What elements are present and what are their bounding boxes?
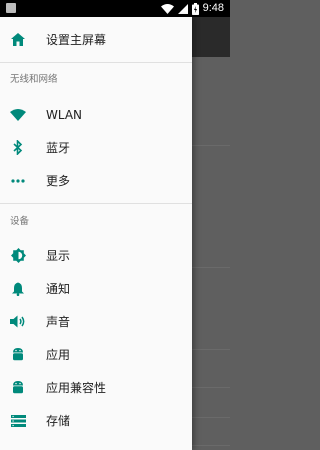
status-bar: 9:48 (0, 0, 230, 17)
home-icon (10, 32, 26, 48)
navigation-drawer: 设置主屏幕 无线和网络 WLAN 蓝牙 更多 设备 显示 通知 声音 应用 应用… (0, 17, 192, 450)
divider (0, 203, 192, 204)
drawer-item-label: 应用兼容性 (46, 380, 107, 395)
drawer-item-label: 设置主屏幕 (46, 32, 107, 47)
wifi-icon (160, 3, 174, 14)
android-icon (10, 380, 26, 396)
brightness-icon (10, 248, 26, 264)
drawer-item-apps[interactable]: 应用 (0, 338, 192, 371)
drawer-item-storage[interactable]: 存储 (0, 404, 192, 437)
drawer-item-label: WLAN (46, 107, 83, 122)
background-divider (192, 387, 230, 388)
drawer-item-app-compatibility[interactable]: 应用兼容性 (0, 371, 192, 404)
more-icon (10, 173, 26, 189)
bluetooth-icon (10, 140, 26, 156)
cellular-icon (177, 3, 188, 14)
android-icon (10, 347, 26, 363)
background-divider (192, 417, 230, 418)
status-time: 9:48 (202, 2, 224, 14)
volume-icon (10, 314, 26, 330)
drawer-item-label: 通知 (46, 281, 71, 296)
section-header-wireless: 无线和网络 (10, 74, 58, 85)
divider (0, 62, 192, 63)
drawer-item-home[interactable]: 设置主屏幕 (0, 23, 192, 56)
drawer-item-sound[interactable]: 声音 (0, 305, 192, 338)
drawer-item-wlan[interactable]: WLAN (0, 98, 192, 131)
drawer-item-label: 显示 (46, 248, 71, 263)
background-divider (192, 349, 230, 350)
background-divider (192, 267, 230, 268)
background-divider (192, 445, 230, 446)
drawer-item-display[interactable]: 显示 (0, 239, 192, 272)
drawer-item-label: 更多 (46, 173, 71, 188)
wifi-icon (10, 107, 26, 123)
drawer-item-bluetooth[interactable]: 蓝牙 (0, 131, 192, 164)
bell-icon (10, 281, 26, 297)
battery-icon (191, 2, 199, 15)
background-divider (192, 145, 230, 146)
drawer-item-label: 声音 (46, 314, 71, 329)
drawer-item-label: 存储 (46, 413, 71, 428)
storage-icon (10, 413, 26, 429)
status-icons: 9:48 (160, 1, 224, 16)
drawer-item-notifications[interactable]: 通知 (0, 272, 192, 305)
section-header-device: 设备 (10, 216, 30, 227)
drawer-item-label: 蓝牙 (46, 140, 71, 155)
drawer-item-label: 应用 (46, 347, 71, 362)
drawer-item-more[interactable]: 更多 (0, 164, 192, 197)
notification-icon (6, 3, 16, 13)
